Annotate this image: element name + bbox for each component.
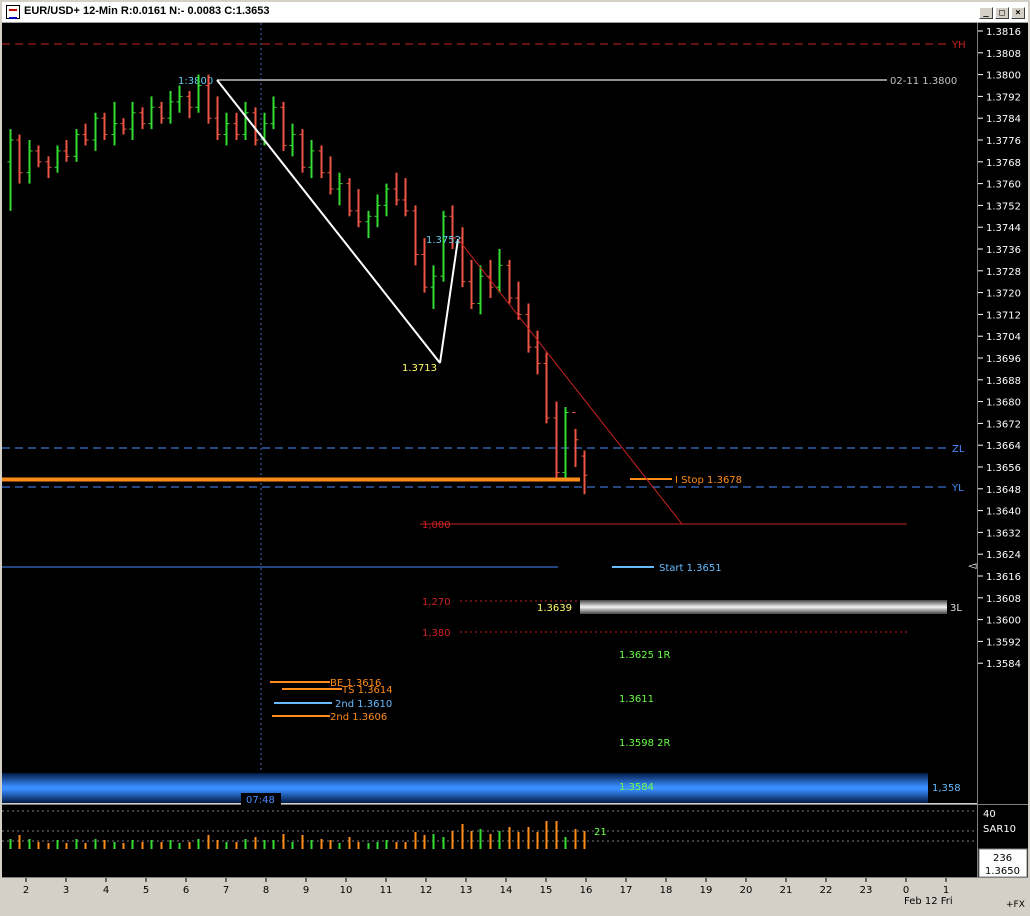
y-tick-label: 1.3704	[986, 332, 1021, 343]
start-label: Start 1.3651	[659, 563, 722, 574]
y-tick-label: 1.3768	[986, 158, 1021, 169]
app-icon[interactable]	[6, 5, 20, 19]
chart-window: EUR/USD+ 12-Min R:0.0161 N:- 0.0083 C:1.…	[0, 0, 1030, 913]
second-blue-label: 2nd 1.3610	[335, 699, 392, 710]
x-tick-label: 6	[183, 885, 189, 896]
y-tick-label: 1.3672	[986, 419, 1021, 430]
x-tick-label: 4	[103, 885, 109, 896]
zl-label: ZL	[952, 444, 965, 455]
date-label: Feb 12 Fri	[904, 896, 953, 907]
fib-1270-label: 1,270	[422, 597, 451, 608]
x-tick-label: 0	[903, 885, 909, 896]
yh-label: YH	[951, 40, 966, 51]
y-tick-label: 1.3736	[986, 245, 1021, 256]
window-title: EUR/USD+ 12-Min R:0.0161 N:- 0.0083 C:1.…	[24, 5, 270, 17]
y-tick-label: 1.3792	[986, 92, 1021, 103]
x-tick-label: 7	[223, 885, 229, 896]
istop-label: I Stop 1.3678	[675, 475, 742, 486]
low-label: 1.3639	[537, 603, 572, 614]
volume-scale-top: 40	[983, 809, 996, 820]
volume-indicator-label: SAR10	[983, 824, 1016, 835]
y-tick-label: 1.3632	[986, 528, 1021, 539]
y-tick-label: 1.3584	[986, 659, 1021, 670]
x-tick-label: 12	[420, 885, 433, 896]
x-tick-label: 13	[460, 885, 473, 896]
y-tick-label: 1.3640	[986, 507, 1021, 518]
target-1r: 1.3625 1R	[619, 650, 671, 661]
maximize-button[interactable]: □	[995, 7, 1009, 19]
second-orange-label: 2nd 1.3606	[330, 712, 387, 723]
y-tick-label: 1.3600	[986, 616, 1021, 627]
time-axis[interactable]	[2, 878, 1028, 912]
title-bar[interactable]: EUR/USD+ 12-Min R:0.0161 N:- 0.0083 C:1.…	[2, 2, 1028, 23]
band-tag: 1,358	[932, 783, 961, 794]
x-tick-label: 3	[63, 885, 69, 896]
three-l-label: 3L	[950, 603, 962, 614]
y-tick-label: 1.3760	[986, 180, 1021, 191]
swing-label: 1.3752	[426, 235, 461, 246]
y-tick-label: 1.3776	[986, 136, 1021, 147]
y-tick-label: 1.3656	[986, 463, 1021, 474]
x-tick-label: 9	[303, 885, 309, 896]
last-price: 1.3650	[985, 866, 1020, 877]
x-tick-label: 14	[500, 885, 513, 896]
x-tick-label: 21	[780, 885, 793, 896]
y-tick-label: 1.3608	[986, 594, 1021, 605]
x-tick-label: 1	[943, 885, 949, 896]
fib-1380-label: 1,380	[422, 628, 451, 639]
y-tick-label: 1.3744	[986, 223, 1021, 234]
y-tick-label: 1.3784	[986, 114, 1021, 125]
x-tick-label: 19	[700, 885, 713, 896]
last-volume: 236	[993, 853, 1012, 864]
three-l-band	[580, 600, 947, 614]
y-tick-label: 1.3816	[986, 27, 1021, 38]
y-tick-label: 1.3808	[986, 49, 1021, 60]
y-tick-label: 1.3664	[986, 441, 1021, 452]
x-tick-label: 10	[340, 885, 353, 896]
y-tick-label: 1.3680	[986, 398, 1021, 409]
x-tick-label: 5	[143, 885, 149, 896]
target-4: 1.3584	[619, 782, 654, 793]
close-button[interactable]: ×	[1011, 7, 1025, 19]
x-tick-label: 16	[580, 885, 593, 896]
y-tick-label: 1.3648	[986, 485, 1021, 496]
x-tick-label: 23	[860, 885, 873, 896]
minimize-button[interactable]: _	[979, 7, 993, 19]
x-tick-label: 8	[263, 885, 269, 896]
target-2r: 1.3598 2R	[619, 738, 671, 749]
y-tick-label: 1.3752	[986, 201, 1021, 212]
x-tick-label: 11	[380, 885, 393, 896]
high-tag: 02-11 1.3800	[890, 76, 957, 87]
x-tick-label: 22	[820, 885, 833, 896]
x-tick-label: 17	[620, 885, 633, 896]
y-tick-label: 1.3728	[986, 267, 1021, 278]
y-tick-label: 1.3624	[986, 550, 1021, 561]
y-tick-label: 1.3592	[986, 637, 1021, 648]
y-tick-label: 1.3720	[986, 289, 1021, 300]
x-tick-label: 15	[540, 885, 553, 896]
y-tick-label: 1.3800	[986, 71, 1021, 82]
yl-label: YL	[951, 483, 964, 494]
volume-value: 21	[594, 827, 607, 838]
price-arrow-icon: ◅	[968, 559, 977, 572]
ts-label: TS 1.3614	[341, 685, 393, 696]
target-band	[2, 773, 928, 803]
crosshair-time: 07:48	[246, 795, 275, 806]
y-tick-label: 1.3712	[986, 310, 1021, 321]
fx-label: +FX	[1006, 900, 1025, 910]
x-tick-label: 20	[740, 885, 753, 896]
x-tick-label: 18	[660, 885, 673, 896]
y-tick-label: 1.3616	[986, 572, 1021, 583]
low1-label: 1.3713	[402, 363, 437, 374]
price-pane[interactable]	[2, 23, 977, 803]
y-tick-label: 1.3696	[986, 354, 1021, 365]
target-2: 1.3611	[619, 694, 654, 705]
fib-1000-label: 1,000	[422, 520, 451, 531]
y-tick-label: 1.3688	[986, 376, 1021, 387]
price-chart[interactable]: 1.3816 1.3808 1.3800 1.3792 1.3784 1.3776 1.37…	[2, 23, 1028, 912]
x-tick-label: 2	[23, 885, 29, 896]
